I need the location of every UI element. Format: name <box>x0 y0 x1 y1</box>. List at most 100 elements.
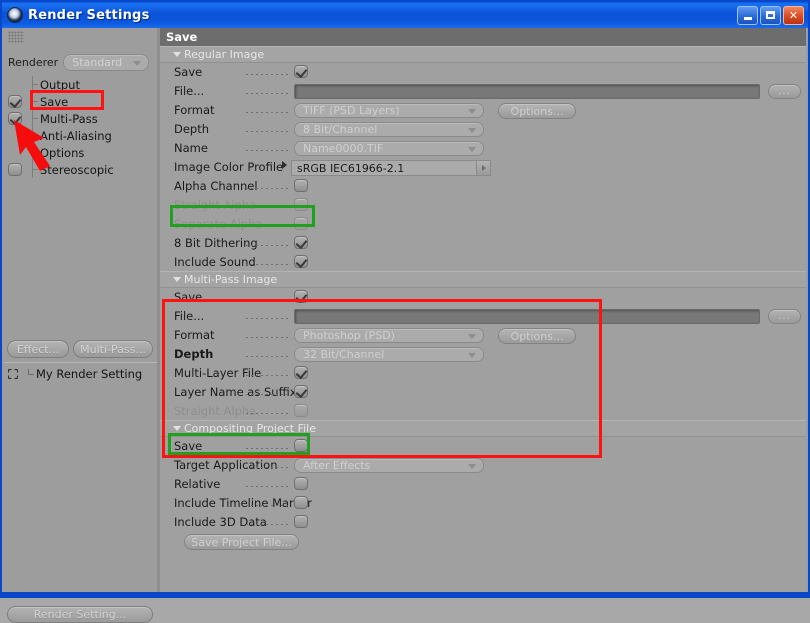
row-image-color-profile: Image Color Profile sRGB IEC61966-2.1 <box>160 158 806 177</box>
dropdown-format[interactable]: Photoshop (PSD) <box>294 328 484 343</box>
render-settings-window: Render Settings ✕ Renderer Standard Outp… <box>0 0 810 623</box>
row-separate-alpha: Separate Alpha <box>160 215 806 234</box>
toolbar-grip-icon[interactable] <box>8 31 24 43</box>
options-label: Options... <box>510 329 564 343</box>
options-button[interactable]: Options... <box>498 328 576 344</box>
color-profile-menu-button[interactable] <box>476 161 490 175</box>
checkbox-relative[interactable] <box>294 477 308 490</box>
checkbox-save[interactable] <box>294 65 308 78</box>
tree-line <box>32 118 38 119</box>
render-setting-button[interactable]: Render Setting... <box>7 606 153 623</box>
left-panel: Renderer Standard Output Save Multi-Pass An… <box>4 28 157 623</box>
row-save: Save <box>160 437 806 456</box>
sidebar-item-multi-pass[interactable]: Multi-Pass <box>4 110 157 127</box>
sidebar-checkbox[interactable] <box>8 163 22 176</box>
sidebar-checkbox[interactable] <box>8 112 22 125</box>
renderer-dropdown[interactable]: Standard <box>63 53 150 71</box>
row-save: Save <box>160 63 806 82</box>
group-title: Compositing Project File <box>184 422 316 435</box>
browse-label: ... <box>778 311 791 322</box>
browse-button[interactable]: ... <box>768 309 801 324</box>
sidebar-item-save[interactable]: Save <box>4 93 157 110</box>
dropdown-depth[interactable]: 32 Bit/Channel <box>294 347 484 362</box>
minimize-button[interactable] <box>737 5 758 25</box>
field-label: Format <box>174 328 215 342</box>
window-controls: ✕ <box>737 5 808 25</box>
browse-label: ... <box>778 86 791 97</box>
renderer-label: Renderer <box>8 55 59 69</box>
group-header[interactable]: Regular Image <box>160 46 806 63</box>
dropdown-target-application[interactable]: After Effects <box>294 458 484 473</box>
checkbox-multi-layer-file[interactable] <box>294 366 308 379</box>
options-button[interactable]: Options... <box>498 103 576 119</box>
dropdown-name[interactable]: Name0000.TIF <box>294 141 484 156</box>
effect-button[interactable]: Effect... <box>7 340 69 358</box>
row-include-sound: Include Sound <box>160 253 806 272</box>
browse-button[interactable]: ... <box>768 84 801 99</box>
triangle-down-icon <box>173 52 181 57</box>
checkbox-include-3d-data[interactable] <box>294 515 308 528</box>
triangle-down-icon <box>173 277 181 282</box>
settings-tree: Output Save Multi-Pass Anti-Aliasing Options… <box>4 76 157 178</box>
close-button[interactable]: ✕ <box>783 5 804 25</box>
save-project-file-label: Save Project File... <box>191 535 292 549</box>
group-title: Multi-Pass Image <box>184 273 278 286</box>
checkbox-layer-name-as-suffix[interactable] <box>294 385 308 398</box>
sidebar-item-options[interactable]: Options <box>4 144 157 161</box>
checkbox-8-bit-dithering[interactable] <box>294 236 308 249</box>
field-label: Depth <box>174 347 214 361</box>
sidebar-checkbox[interactable] <box>8 95 22 108</box>
save-project-file-button[interactable]: Save Project File... <box>184 534 299 550</box>
renderer-value: Standard <box>72 55 123 69</box>
sidebar-item-stereoscopic[interactable]: Stereoscopic <box>4 161 157 178</box>
panel-title-label: Save <box>166 30 198 44</box>
sidebar-item-output[interactable]: Output <box>4 76 157 93</box>
color-profile-value: sRGB IEC61966-2.1 <box>297 161 405 175</box>
dot-leader <box>246 188 290 189</box>
field-label: Image Color Profile <box>174 160 284 174</box>
app-orb-icon <box>7 7 23 23</box>
chevron-down-icon <box>468 353 476 358</box>
sidebar-item-label: Options <box>40 145 85 160</box>
dropdown-value: 8 Bit/Channel <box>303 123 378 136</box>
my-render-setting-item[interactable]: My Render Setting <box>4 365 157 383</box>
chevron-down-icon <box>468 128 476 133</box>
sidebar-checkbox-wrap[interactable] <box>8 163 22 176</box>
checkbox-include-timeline-marker[interactable] <box>294 496 308 509</box>
dropdown-format[interactable]: TIFF (PSD Layers) <box>294 103 484 118</box>
triangle-right-icon[interactable] <box>282 161 287 169</box>
file-path-input[interactable] <box>294 84 760 99</box>
dropdown-depth[interactable]: 8 Bit/Channel <box>294 122 484 137</box>
file-path-input[interactable] <box>294 309 760 324</box>
right-panel: Save Regular Image Save File...... Format TI… <box>160 28 806 596</box>
sidebar-item-label: Stereoscopic <box>40 162 114 177</box>
sidebar-checkbox-wrap[interactable] <box>8 112 22 125</box>
dropdown-value: 32 Bit/Channel <box>303 348 385 361</box>
row-straight-alpha: Straight Alpha <box>160 402 806 421</box>
field-label: Include 3D Data <box>174 515 267 529</box>
group-header[interactable]: Compositing Project File <box>160 420 806 437</box>
maximize-button[interactable] <box>760 5 781 25</box>
checkbox-alpha-channel[interactable] <box>294 179 308 192</box>
multipass-button[interactable]: Multi-Pass... <box>73 340 153 358</box>
sidebar-item-anti-aliasing[interactable]: Anti-Aliasing <box>4 127 157 144</box>
field-label: 8 Bit Dithering <box>174 236 258 250</box>
row-layer-name-as-suffix: Layer Name as Suffix <box>160 383 806 402</box>
window-titlebar: Render Settings ✕ <box>2 2 808 28</box>
checkbox-include-sound[interactable] <box>294 255 308 268</box>
dot-leader <box>246 264 290 265</box>
dropdown-value: Photoshop (PSD) <box>303 329 395 342</box>
color-profile-field[interactable]: sRGB IEC61966-2.1 <box>291 160 491 176</box>
dot-leader <box>246 486 290 487</box>
checkbox-straight-alpha <box>294 404 308 417</box>
field-label: Multi-Layer File <box>174 366 262 380</box>
sidebar-checkbox-wrap[interactable] <box>8 95 22 108</box>
group-header[interactable]: Multi-Pass Image <box>160 271 806 288</box>
window-statusbar <box>2 592 808 596</box>
dot-leader <box>246 112 290 113</box>
checkbox-save[interactable] <box>294 439 308 452</box>
dot-leader <box>246 318 290 319</box>
close-icon: ✕ <box>788 8 799 22</box>
checkbox-save[interactable] <box>294 290 308 303</box>
field-label: File... <box>174 309 205 323</box>
